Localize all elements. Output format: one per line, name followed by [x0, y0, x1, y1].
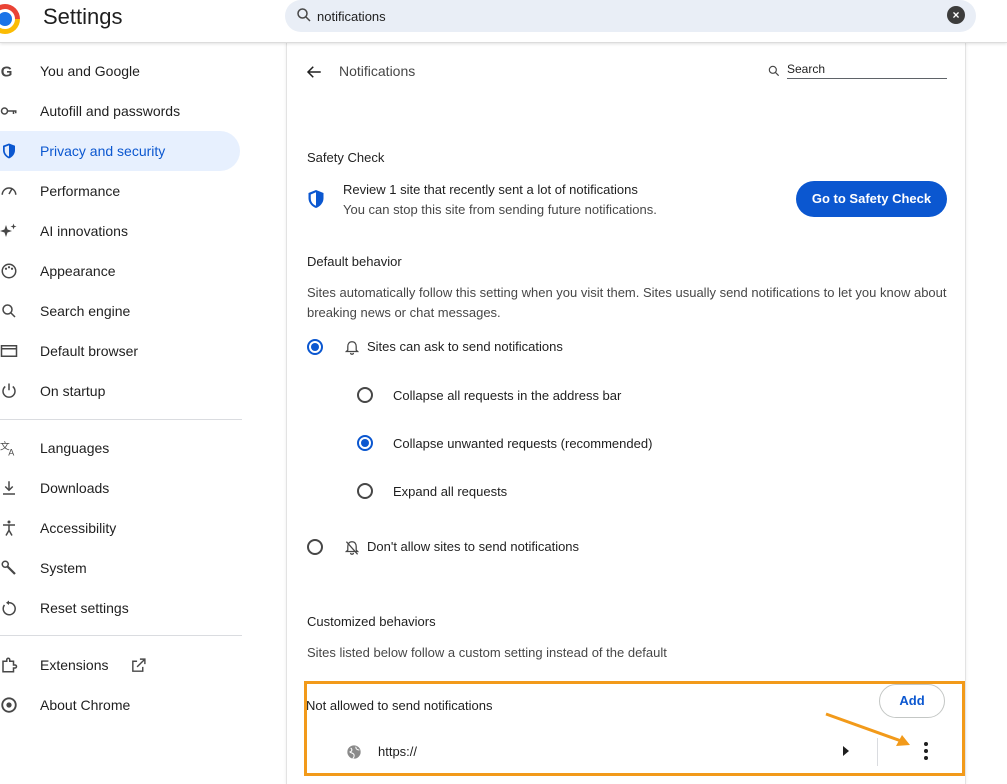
customized-behaviors-heading: Customized behaviors — [307, 614, 436, 629]
sidebar-item-downloads[interactable]: Downloads — [0, 468, 240, 508]
puzzle-icon — [2, 657, 18, 673]
go-to-safety-check-button[interactable]: Go to Safety Check — [796, 181, 947, 217]
app-title: Settings — [43, 4, 123, 29]
external-link-icon — [132, 658, 146, 672]
sparkle-icon — [0, 223, 17, 237]
annotation-arrow-icon — [825, 712, 910, 746]
sidebar-item-label: Reset settings — [40, 600, 129, 616]
key-icon — [0, 107, 17, 115]
search-icon — [2, 304, 16, 318]
sidebar-item-system[interactable]: System — [0, 548, 240, 588]
sidebar-item-appearance[interactable]: Appearance — [0, 251, 240, 291]
shield-icon — [308, 190, 324, 208]
bell-off-icon — [345, 541, 359, 555]
sidebar-item-privacy[interactable]: Privacy and security — [0, 131, 240, 171]
sidebar-item-label: About Chrome — [40, 697, 131, 713]
sidebar-item-label: Appearance — [40, 263, 116, 279]
speedometer-icon — [1, 187, 17, 195]
sidebar-item-about-chrome[interactable]: About Chrome — [0, 685, 240, 725]
download-icon — [3, 481, 15, 495]
shield-icon — [3, 143, 15, 159]
default-behavior-description: Sites automatically follow this setting … — [307, 285, 947, 320]
sidebar-item-label: Accessibility — [40, 520, 117, 536]
power-icon — [2, 383, 16, 398]
svg-text:G: G — [1, 63, 13, 80]
sidebar-item-reset-settings[interactable]: Reset settings — [0, 588, 240, 628]
sidebar-item-label: Downloads — [40, 480, 110, 496]
google-icon: G — [1, 63, 13, 80]
notifications-panel: Notifications Search Safety Check Review… — [286, 43, 966, 784]
sidebar-divider — [0, 419, 242, 420]
sidebar-item-languages[interactable]: 文A Languages — [0, 428, 240, 468]
collapse-unwanted-radio[interactable] — [357, 435, 373, 451]
sidebar-item-autofill[interactable]: Autofill and passwords — [0, 91, 240, 131]
top-bar: Settings × — [0, 0, 1007, 43]
sidebar-item-extensions[interactable]: Extensions — [0, 645, 240, 685]
search-field[interactable]: Search — [787, 61, 947, 79]
block-notifications-radio[interactable] — [307, 539, 323, 555]
sidebar-item-label: Default browser — [40, 343, 139, 359]
accessibility-icon — [3, 520, 15, 536]
sidebar-item-default-browser[interactable]: Default browser — [0, 331, 240, 371]
clear-search-icon[interactable]: × — [947, 6, 965, 24]
sidebar-item-ai-innovations[interactable]: AI innovations — [0, 211, 240, 251]
collapse-all-radio[interactable] — [357, 387, 373, 403]
sidebar-item-you-and-google[interactable]: G You and Google — [0, 51, 240, 91]
translate-icon: 文A — [0, 440, 14, 458]
sidebar-item-performance[interactable]: Performance — [0, 171, 240, 211]
sidebar-item-label: Privacy and security — [40, 143, 166, 159]
sidebar-item-label: Extensions — [40, 657, 109, 673]
palette-icon — [1, 263, 17, 279]
safety-check-heading: Safety Check — [307, 150, 385, 165]
default-behavior-heading: Default behavior — [307, 254, 402, 269]
collapse-unwanted-label: Collapse unwanted requests (recommended) — [393, 436, 653, 451]
sidebar-item-label: Autofill and passwords — [40, 103, 181, 119]
sidebar-item-search-engine[interactable]: Search engine — [0, 291, 240, 331]
sidebar-item-label: Search engine — [40, 303, 131, 319]
allow-notifications-label: Sites can ask to send notifications — [367, 339, 563, 354]
block-notifications-label: Don't allow sites to send notifications — [367, 539, 580, 554]
page-title: Notifications — [339, 63, 416, 79]
wrench-icon — [1, 560, 16, 575]
sidebar-item-label: On startup — [40, 383, 106, 399]
chrome-logo-icon — [0, 4, 20, 34]
notifications-search[interactable]: Search — [767, 61, 947, 81]
sidebar-item-label: Performance — [40, 183, 121, 199]
back-arrow-icon[interactable] — [305, 63, 323, 81]
safety-check-subtitle: You can stop this site from sending futu… — [343, 202, 657, 217]
allow-notifications-radio[interactable] — [307, 339, 323, 355]
search-input[interactable] — [317, 6, 917, 26]
browser-window-icon — [0, 345, 18, 357]
expand-all-radio[interactable] — [357, 483, 373, 499]
sidebar-item-on-startup[interactable]: On startup — [0, 371, 240, 411]
sidebar-item-label: You and Google — [40, 63, 140, 79]
svg-text:A: A — [8, 448, 14, 458]
reset-icon — [2, 600, 16, 616]
customized-behaviors-description: Sites listed below follow a custom setti… — [307, 645, 667, 660]
sidebar-item-accessibility[interactable]: Accessibility — [0, 508, 240, 548]
expand-all-label: Expand all requests — [393, 484, 508, 499]
sidebar: G You and Google Autofill and passwords … — [0, 43, 250, 784]
sidebar-item-label: Languages — [40, 440, 110, 456]
chrome-icon — [1, 697, 17, 713]
safety-check-title: Review 1 site that recently sent a lot o… — [343, 182, 638, 197]
sidebar-item-label: System — [40, 560, 87, 576]
search-icon — [297, 8, 311, 22]
settings-search-box[interactable]: × — [285, 0, 976, 32]
bell-icon — [345, 341, 359, 355]
sidebar-item-label: AI innovations — [40, 223, 128, 239]
search-icon — [768, 65, 780, 77]
sidebar-divider — [0, 635, 242, 636]
collapse-all-label: Collapse all requests in the address bar — [393, 388, 622, 403]
